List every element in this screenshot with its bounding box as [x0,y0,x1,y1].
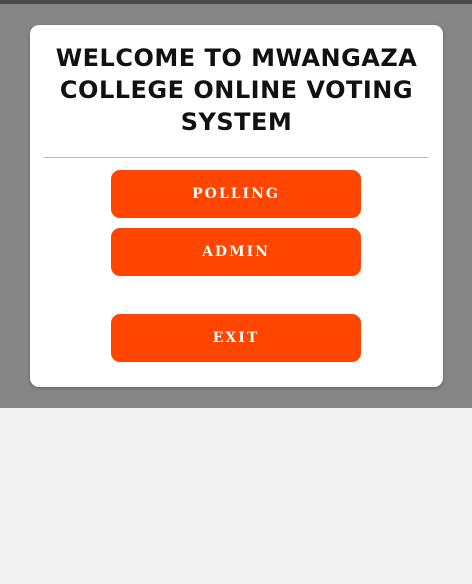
admin-button[interactable]: ADMIN [111,228,361,276]
exit-button[interactable]: EXIT [111,314,361,362]
dialog-title: WELCOME TO MWANGAZA COLLEGE ONLINE VOTIN… [55,44,418,136]
welcome-dialog: WELCOME TO MWANGAZA COLLEGE ONLINE VOTIN… [30,25,443,387]
polling-button[interactable]: POLLING [111,170,361,218]
divider [44,157,428,158]
